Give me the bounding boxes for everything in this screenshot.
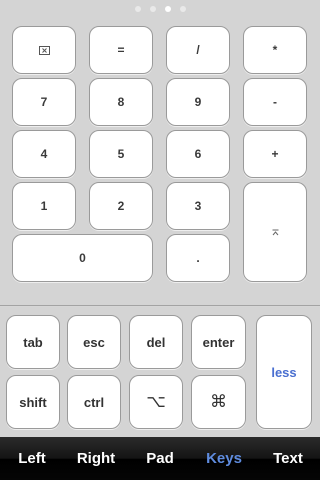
tab-keys[interactable]: Keys: [192, 437, 256, 480]
tab-key[interactable]: tab: [6, 315, 60, 369]
divide-key[interactable]: /: [166, 26, 230, 74]
key-3[interactable]: 3: [166, 182, 230, 230]
bottom-tab-bar: Left Right Pad Keys Text: [0, 437, 320, 480]
command-key[interactable]: ⌘: [191, 375, 246, 429]
page-indicator[interactable]: [0, 4, 320, 14]
decimal-key[interactable]: .: [166, 234, 230, 282]
key-7[interactable]: 7: [12, 78, 76, 126]
page-dot-active[interactable]: [164, 6, 171, 12]
key-1[interactable]: 1: [12, 182, 76, 230]
esc-key[interactable]: esc: [67, 315, 121, 369]
key-8[interactable]: 8: [89, 78, 153, 126]
tab-right[interactable]: Right: [64, 437, 128, 480]
key-5[interactable]: 5: [89, 130, 153, 178]
key-2[interactable]: 2: [89, 182, 153, 230]
tab-left[interactable]: Left: [0, 437, 64, 480]
backspace-key[interactable]: [12, 26, 76, 74]
del-key[interactable]: del: [129, 315, 183, 369]
shift-key[interactable]: shift: [6, 375, 60, 429]
tab-pad[interactable]: Pad: [128, 437, 192, 480]
key-6[interactable]: 6: [166, 130, 230, 178]
numpad-enter-key[interactable]: [243, 182, 307, 282]
delete-box-icon: [38, 45, 50, 55]
tab-text[interactable]: Text: [256, 437, 320, 480]
enter-key[interactable]: enter: [191, 315, 246, 369]
plus-key[interactable]: +: [243, 130, 307, 178]
page-dot[interactable]: [179, 6, 186, 12]
minus-key[interactable]: -: [243, 78, 307, 126]
ctrl-key[interactable]: ctrl: [67, 375, 121, 429]
multiply-key[interactable]: *: [243, 26, 307, 74]
equals-key[interactable]: =: [89, 26, 153, 74]
option-key[interactable]: ⌥: [129, 375, 183, 429]
less-button[interactable]: less: [256, 315, 312, 429]
key-0[interactable]: 0: [12, 234, 153, 282]
page-dot[interactable]: [149, 6, 156, 12]
key-4[interactable]: 4: [12, 130, 76, 178]
page-dot[interactable]: [134, 6, 141, 12]
key-9[interactable]: 9: [166, 78, 230, 126]
enter-arrow-icon: [272, 229, 279, 236]
